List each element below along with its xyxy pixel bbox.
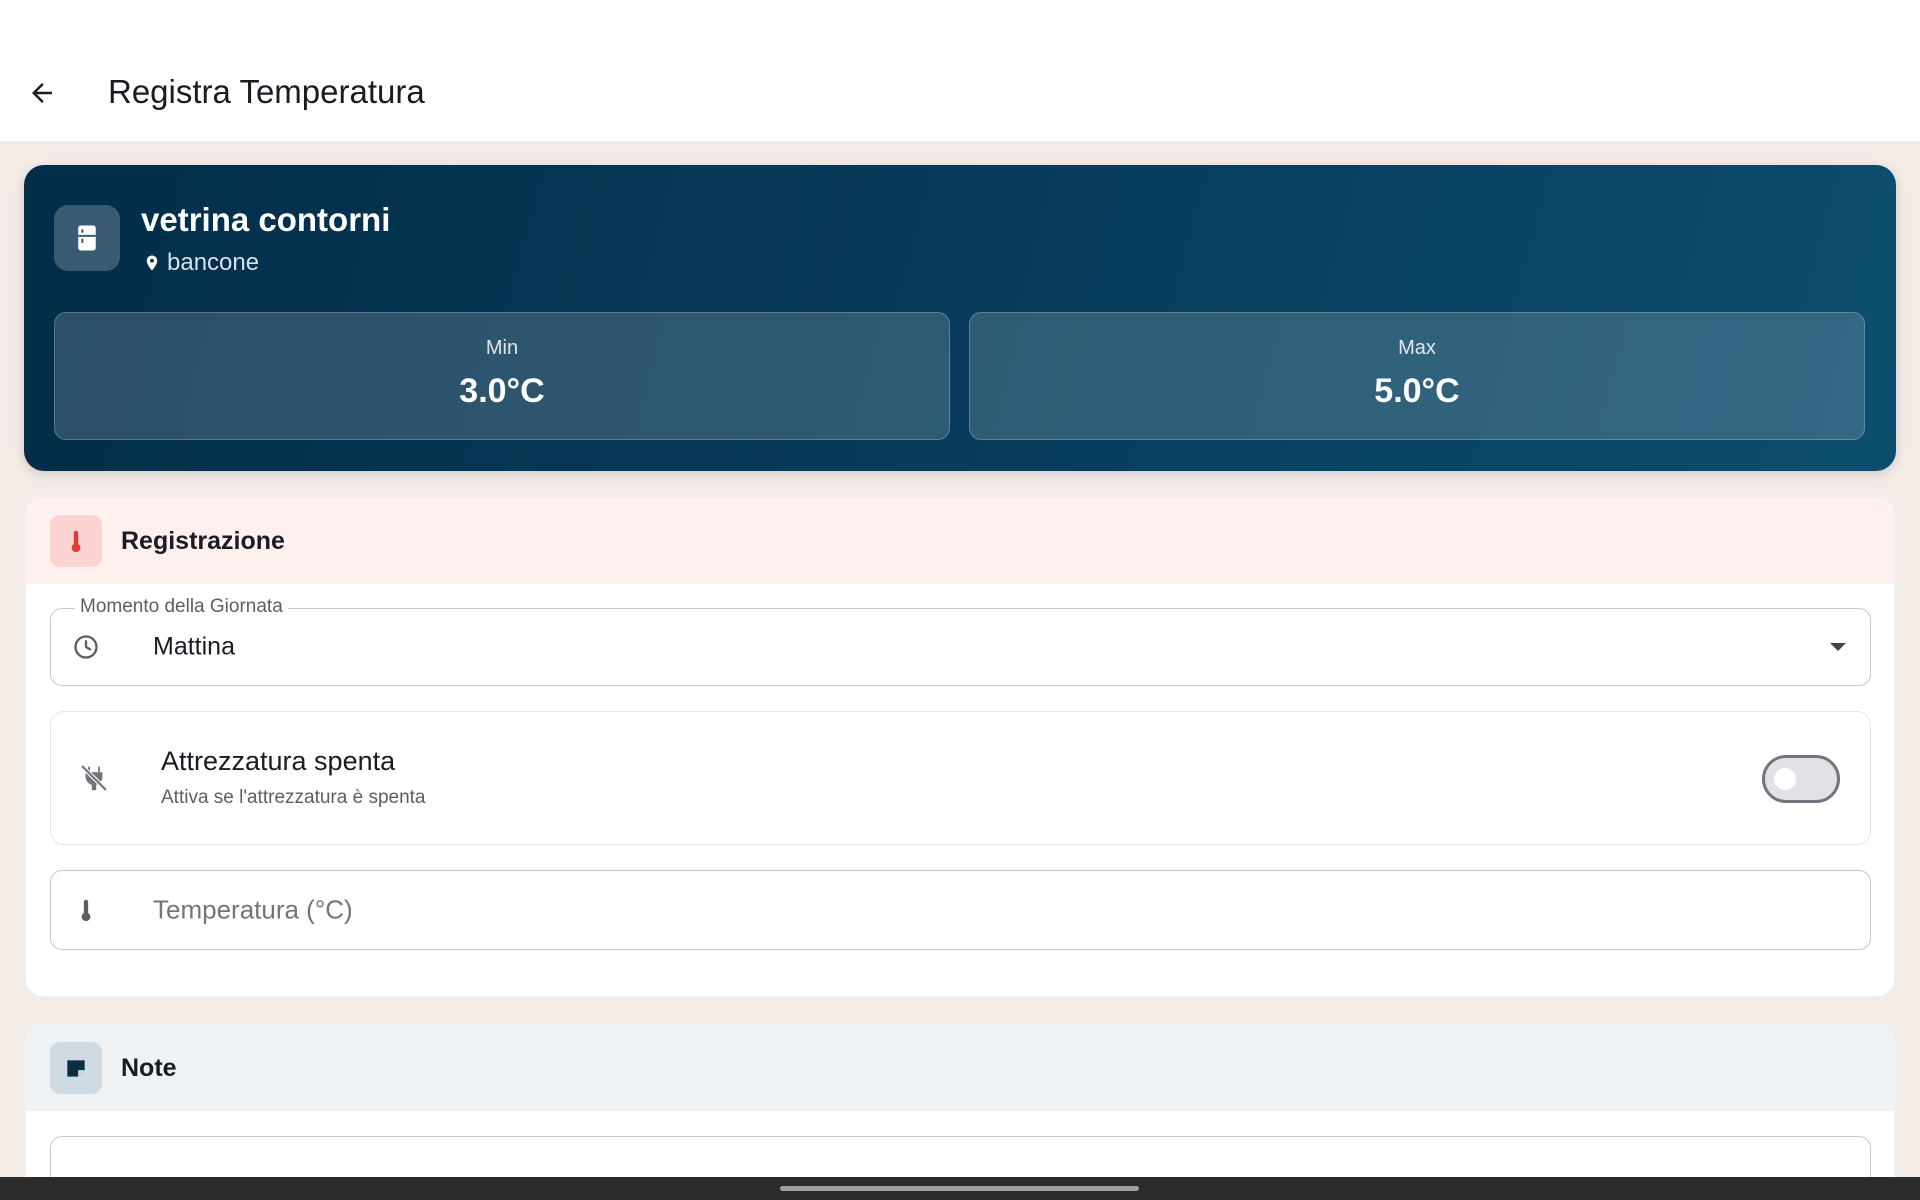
equipment-off-title: Attrezzatura spenta	[161, 746, 396, 776]
equipment-card: vetrina contorni bancone Min 3.0°C Max 5…	[24, 165, 1896, 471]
temperature-placeholder: Temperatura (°C)	[153, 894, 353, 925]
notes-header: Note	[26, 1025, 1894, 1111]
notes-title: Note	[121, 1053, 177, 1082]
system-navigation-bar	[0, 1177, 1920, 1200]
arrow-left-icon	[32, 83, 52, 103]
equipment-icon-box	[54, 205, 120, 271]
thermometer-icon	[71, 530, 81, 553]
temperature-input[interactable]: Temperatura (°C)	[50, 870, 1871, 950]
dropdown-arrow-icon	[1830, 643, 1846, 651]
moment-of-day-select[interactable]: Momento della Giornata Mattina	[50, 596, 1871, 686]
min-temp-value: 3.0°C	[459, 372, 545, 410]
location-pin-icon	[146, 255, 158, 271]
equipment-location: bancone	[143, 249, 259, 277]
registration-section: Registrazione Momento della Giornata Mat…	[25, 497, 1895, 997]
notes-section: Note	[25, 1024, 1895, 1200]
min-temp-label: Min	[485, 337, 519, 359]
moment-of-day-label: Momento della Giornata	[75, 596, 288, 618]
app-bar: Registra Temperatura	[0, 0, 1920, 141]
page-title: Registra Temperatura	[108, 73, 425, 110]
clock-icon	[71, 632, 101, 662]
home-gesture-handle[interactable]	[780, 1186, 1139, 1191]
fridge-icon	[78, 225, 96, 251]
back-button[interactable]	[16, 67, 68, 119]
equipment-name: vetrina contorni	[141, 201, 391, 238]
equipment-off-switch[interactable]	[1762, 755, 1840, 803]
equipment-off-card: Attrezzatura spenta Attiva se l'attrezza…	[50, 711, 1871, 845]
power-off-icon	[77, 761, 111, 795]
moment-of-day-value: Mattina	[153, 632, 235, 661]
thermometer-field-icon	[71, 895, 101, 925]
switch-thumb	[1774, 768, 1796, 790]
equipment-off-subtitle: Attiva se l'attrezzatura è spenta	[161, 787, 426, 808]
registration-title: Registrazione	[121, 526, 285, 555]
registration-header: Registrazione	[26, 498, 1894, 584]
max-temp-box: Max 5.0°C	[969, 312, 1865, 440]
max-temp-label: Max	[1398, 337, 1436, 359]
equipment-location-text: bancone	[167, 249, 260, 276]
note-icon	[67, 1060, 85, 1077]
registration-icon-box	[50, 515, 102, 567]
min-temp-box: Min 3.0°C	[54, 312, 950, 440]
notes-icon-box	[50, 1042, 102, 1094]
max-temp-value: 5.0°C	[1374, 372, 1460, 410]
